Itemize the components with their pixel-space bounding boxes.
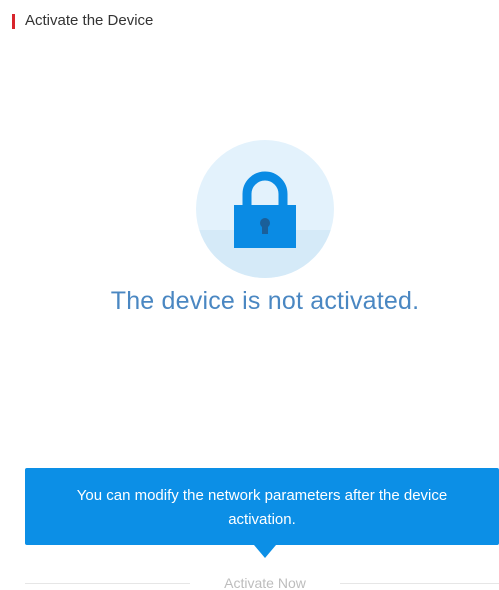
lock-icon [234, 171, 296, 248]
divider-right [340, 583, 499, 584]
page-title: Activate the Device [25, 12, 154, 29]
activation-status-message: The device is not activated. [110, 287, 420, 315]
activation-tooltip: You can modify the network parameters af… [25, 468, 499, 545]
tooltip-text: You can modify the network parameters af… [76, 487, 448, 528]
lock-badge [196, 140, 334, 278]
page-header: Activate the Device [12, 11, 153, 31]
header-accent-bar [12, 13, 15, 29]
activation-page: Activate the Device The device is not ac… [0, 0, 499, 590]
divider-left [25, 583, 190, 584]
tooltip-arrow [254, 545, 276, 558]
activate-now-button[interactable]: Activate Now [195, 574, 335, 590]
